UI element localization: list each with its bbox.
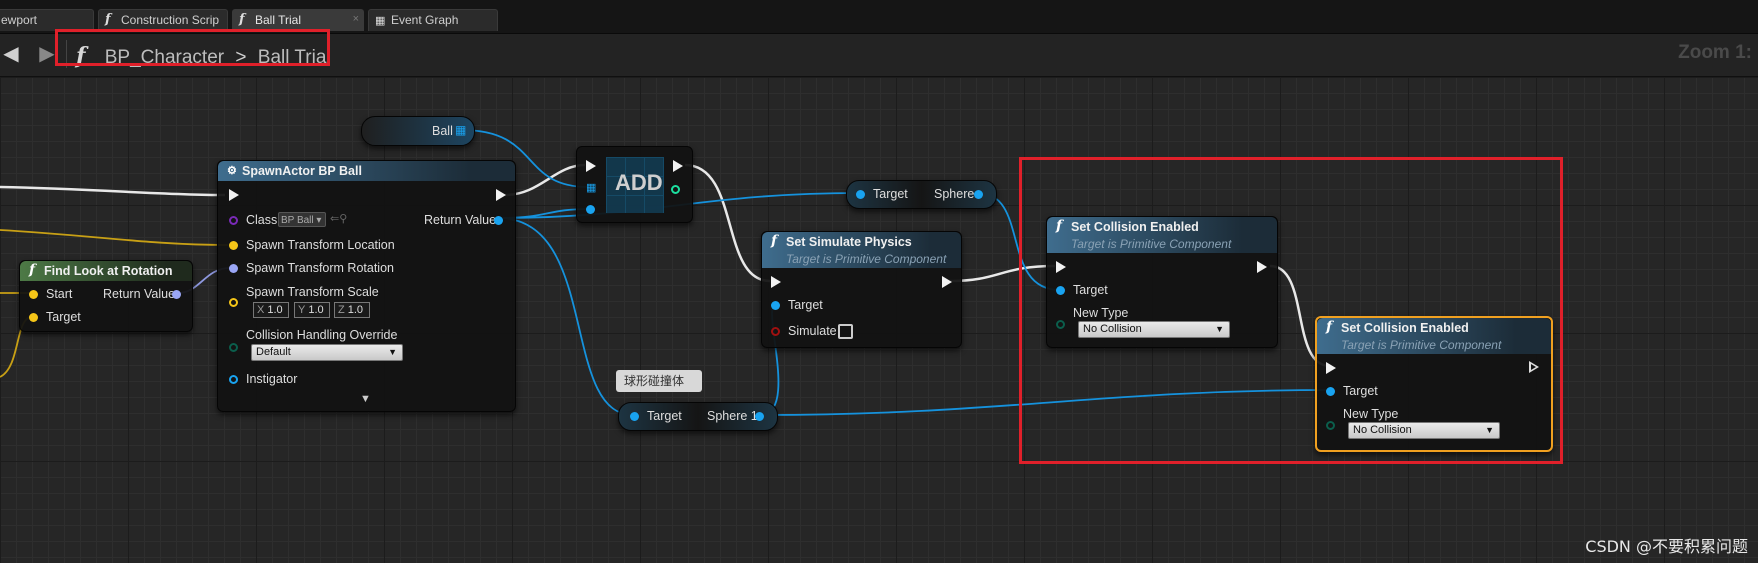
- add-label: ADD: [615, 170, 663, 195]
- tab-event-graph[interactable]: ▦ Event Graph: [368, 9, 498, 31]
- find-look-at-rotation-node[interactable]: f Find Look at Rotation Start Return Val…: [19, 260, 193, 332]
- collision-handling-pin[interactable]: [229, 343, 238, 352]
- return-value-pin[interactable]: [494, 216, 503, 225]
- target-label: Target: [647, 409, 682, 423]
- tab-label: Event Graph: [391, 13, 459, 27]
- scale-z-field[interactable]: Z 1.0: [334, 302, 370, 318]
- instigator-pin[interactable]: [229, 375, 238, 384]
- array-input-pin[interactable]: ▦: [586, 181, 596, 194]
- array-grid-icon[interactable]: ▦: [455, 123, 466, 137]
- exec-wire: [0, 185, 226, 197]
- exec-out-pin[interactable]: [673, 160, 683, 172]
- location-pin[interactable]: [229, 241, 238, 250]
- function-icon: f: [771, 233, 778, 249]
- watermark: CSDN @不要积累问题: [1585, 537, 1748, 556]
- class-value: BP Ball: [281, 215, 314, 226]
- index-output-pin[interactable]: [671, 185, 680, 194]
- comment-text: 球形碰撞体: [624, 374, 685, 388]
- exec-out-pin[interactable]: [942, 276, 952, 288]
- add-array-node[interactable]: ADD ▦: [576, 146, 693, 223]
- sphere-label: Sphere: [934, 187, 975, 201]
- get-sphere-node[interactable]: Target Sphere: [846, 180, 997, 209]
- target-label: Target: [46, 310, 81, 324]
- target-pin[interactable]: [771, 301, 780, 310]
- chevron-down-icon: ▼: [388, 347, 397, 357]
- highlight-box-breadcrumb: [55, 29, 330, 66]
- return-value-label: Return Value: [424, 213, 497, 227]
- tab-viewport[interactable]: ewport: [0, 9, 94, 31]
- exec-in-pin[interactable]: [771, 276, 781, 288]
- tab-ball-trial[interactable]: f Ball Trial ×: [232, 9, 364, 31]
- collision-handling-label: Collision Handling Override: [246, 328, 398, 342]
- target-pin[interactable]: [630, 412, 639, 421]
- class-pin[interactable]: [229, 216, 238, 225]
- item-input-pin[interactable]: [586, 205, 595, 214]
- start-pin[interactable]: [29, 290, 38, 299]
- exec-wire: [684, 163, 771, 283]
- class-picker[interactable]: BP Ball ▾: [278, 212, 326, 227]
- exec-in-pin[interactable]: [229, 189, 239, 201]
- ball-variable-label: Ball: [432, 124, 453, 138]
- rotation-label: Spawn Transform Rotation: [246, 261, 394, 275]
- vector-wire: [0, 229, 229, 246]
- scale-y-field[interactable]: Y 1.0: [294, 302, 330, 318]
- simulate-checkbox[interactable]: [838, 324, 853, 339]
- tab-label: Ball Trial: [255, 13, 302, 27]
- object-wire: [497, 217, 634, 416]
- scale-label: Spawn Transform Scale: [246, 285, 379, 299]
- instigator-label: Instigator: [246, 372, 298, 386]
- node-subtitle: Target is Primitive Component: [786, 252, 947, 266]
- sphere-output-pin[interactable]: [974, 190, 983, 199]
- return-value-pin[interactable]: [172, 290, 181, 299]
- highlight-box-collision-nodes: [1019, 157, 1563, 464]
- target-label: Target: [873, 187, 908, 201]
- tab-construction-script[interactable]: f Construction Scrip: [98, 9, 228, 31]
- zoom-label: Zoom 1:: [1678, 42, 1752, 63]
- exec-out-pin[interactable]: [496, 189, 506, 201]
- scale-pin[interactable]: [229, 298, 238, 307]
- target-pin[interactable]: [856, 190, 865, 199]
- target-pin[interactable]: [29, 313, 38, 322]
- get-sphere1-node[interactable]: Target Sphere 1: [618, 402, 778, 431]
- scale-x-field[interactable]: X 1.0: [253, 302, 289, 318]
- tab-label: ewport: [1, 13, 38, 27]
- tab-label: Construction Scrip: [121, 13, 220, 27]
- ball-variable-node[interactable]: Ball ▦: [361, 116, 475, 146]
- start-label: Start: [46, 287, 73, 301]
- simulate-pin[interactable]: [771, 327, 780, 336]
- back-arrow-icon[interactable]: ◀: [0, 43, 22, 65]
- spawn-icon: ⚙: [227, 164, 237, 177]
- event-graph-icon: ▦: [375, 14, 386, 27]
- simulate-label: Simulate: [788, 324, 837, 338]
- exec-wire: [504, 163, 586, 197]
- close-icon[interactable]: ×: [353, 13, 359, 25]
- function-icon: f: [105, 12, 111, 27]
- node-title: Find Look at Rotation: [44, 264, 173, 278]
- collision-handling-dropdown[interactable]: Default ▼: [251, 344, 403, 361]
- sphere1-output-pin[interactable]: [755, 412, 764, 421]
- function-icon: f: [239, 12, 245, 27]
- target-label: Target: [788, 298, 823, 312]
- set-simulate-physics-node[interactable]: f Set Simulate Physics Target is Primiti…: [761, 231, 962, 348]
- node-title: Set Simulate Physics: [786, 235, 912, 249]
- graph-canvas[interactable]: Ball ▦ ⚙ SpawnActor BP Ball Class BP Bal…: [0, 77, 1758, 563]
- browse-icon[interactable]: ⇐⚲: [330, 212, 347, 225]
- function-icon: f: [29, 262, 36, 278]
- location-label: Spawn Transform Location: [246, 238, 395, 252]
- return-value-label: Return Value: [103, 287, 176, 301]
- class-label: Class: [246, 213, 278, 227]
- expand-arrow-icon[interactable]: ▼: [360, 393, 371, 405]
- spawn-actor-node[interactable]: ⚙ SpawnActor BP Ball Class BP Ball ▾ ⇐⚲ …: [217, 160, 516, 412]
- exec-in-pin[interactable]: [586, 160, 596, 172]
- rotation-pin[interactable]: [229, 264, 238, 273]
- comment-bubble: 球形碰撞体: [616, 370, 702, 392]
- sphere1-label: Sphere 1: [707, 409, 758, 423]
- node-title: SpawnActor BP Ball: [242, 164, 362, 178]
